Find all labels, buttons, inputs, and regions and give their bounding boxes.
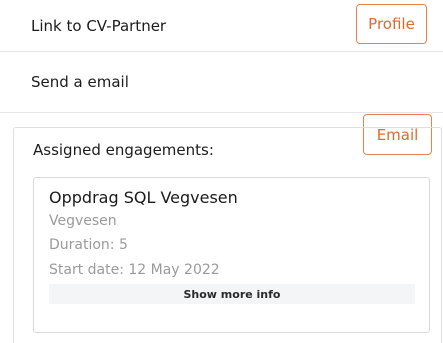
engagement-start-date: Start date: 12 May 2022 bbox=[49, 262, 220, 278]
assigned-engagements-title: Assigned engagements: bbox=[33, 141, 214, 159]
cv-partner-row: Link to CV-Partner Profile bbox=[0, 0, 443, 52]
profile-button[interactable]: Profile bbox=[356, 4, 427, 44]
engagement-duration: Duration: 5 bbox=[49, 237, 128, 253]
consultant-detail-panel: Link to CV-Partner Profile Send a email … bbox=[0, 0, 443, 343]
show-more-info-button[interactable]: Show more info bbox=[49, 284, 415, 304]
engagement-name: Oppdrag SQL Vegvesen bbox=[49, 188, 238, 207]
cv-partner-label: Link to CV-Partner bbox=[31, 16, 167, 35]
engagement-client: Vegvesen bbox=[49, 213, 117, 229]
send-email-row: Send a email Email bbox=[0, 52, 443, 155]
engagement-card: Oppdrag SQL Vegvesen Vegvesen Duration: … bbox=[33, 177, 430, 333]
send-email-label: Send a email bbox=[31, 73, 129, 91]
assigned-engagements-card: Assigned engagements: Oppdrag SQL Vegves… bbox=[13, 127, 442, 343]
